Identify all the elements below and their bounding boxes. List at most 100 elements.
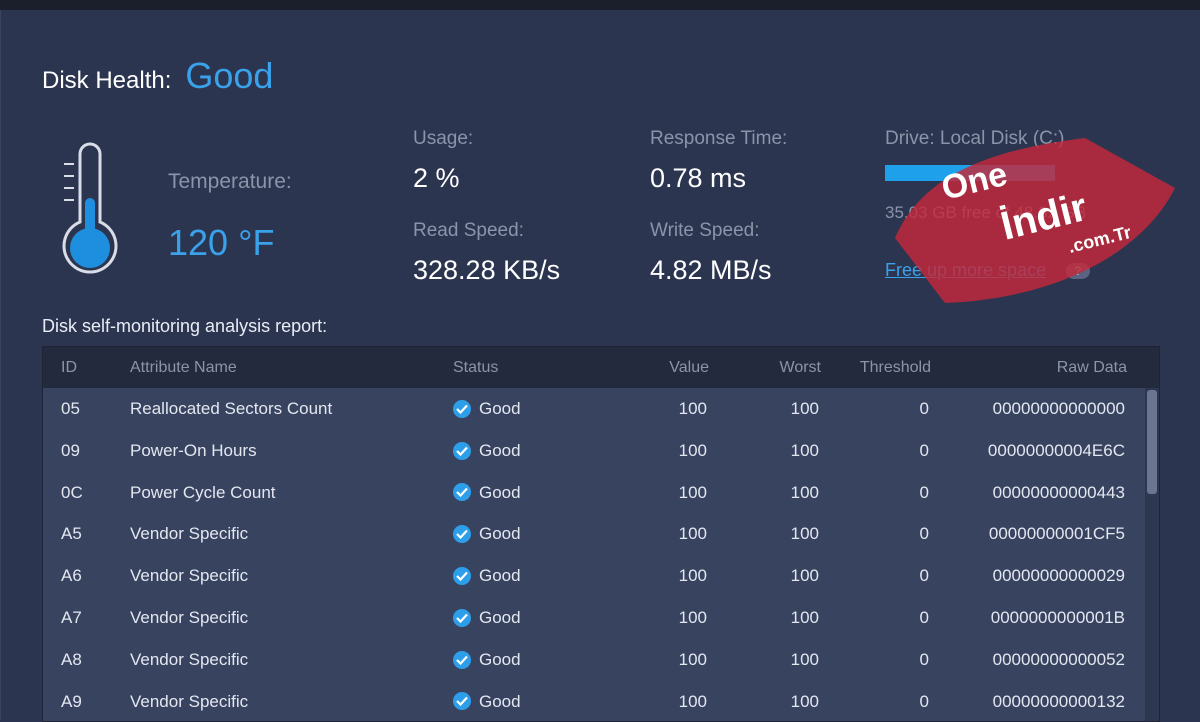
- cell-id: 09: [61, 440, 80, 460]
- cell-threshold: 0: [919, 440, 929, 460]
- response-time-label: Response Time:: [650, 128, 788, 149]
- check-icon: [453, 525, 471, 544]
- column-value[interactable]: Value: [669, 347, 709, 388]
- cell-attribute-name: Vendor Specific: [130, 691, 249, 711]
- disk-health: Disk Health: Good: [42, 55, 273, 97]
- table-row[interactable]: A5 Vendor Specific Good 100 100 0 000000…: [43, 513, 1143, 555]
- cell-attribute-name: Power-On Hours: [130, 440, 257, 460]
- cell-attribute-name: Vendor Specific: [130, 524, 249, 544]
- status-text: Good: [479, 691, 521, 711]
- read-speed-value: 328.28 KB/s: [413, 255, 561, 285]
- usage-label: Usage:: [413, 128, 474, 149]
- cell-id: A9: [61, 691, 82, 711]
- column-raw-data[interactable]: Raw Data: [1057, 347, 1127, 388]
- status-text: Good: [479, 524, 521, 544]
- status-text: Good: [479, 607, 521, 627]
- table-row[interactable]: 09 Power-On Hours Good 100 100 0 0000000…: [43, 430, 1143, 472]
- cell-value: 100: [678, 482, 707, 502]
- cell-threshold: 0: [919, 482, 929, 502]
- status-text: Good: [479, 482, 521, 502]
- column-id[interactable]: ID: [61, 347, 77, 388]
- cell-threshold: 0: [919, 566, 929, 586]
- read-speed-label: Read Speed:: [413, 220, 524, 241]
- cell-attribute-name: Vendor Specific: [130, 649, 249, 669]
- cell-id: A7: [61, 607, 82, 627]
- cell-value: 100: [678, 524, 707, 544]
- cell-raw-data: 00000000000000: [992, 399, 1125, 418]
- write-speed-value: 4.82 MB/s: [650, 255, 772, 285]
- table-row[interactable]: 0C Power Cycle Count Good 100 100 0 0000…: [43, 472, 1143, 514]
- status-text: Good: [479, 440, 521, 460]
- cell-attribute-name: Reallocated Sectors Count: [130, 399, 333, 418]
- column-status[interactable]: Status: [453, 347, 498, 388]
- column-threshold[interactable]: Threshold: [860, 347, 931, 388]
- disk-health-value: Good: [185, 55, 274, 96]
- thermometer-icon: [62, 142, 118, 274]
- table-row[interactable]: A9 Vendor Specific Good 100 100 0 000000…: [43, 681, 1143, 721]
- cell-value: 100: [678, 440, 707, 460]
- temperature-value: 120 °F: [168, 222, 275, 263]
- cell-worst: 100: [790, 691, 819, 711]
- column-worst[interactable]: Worst: [780, 347, 821, 388]
- cell-worst: 100: [790, 566, 819, 586]
- cell-worst: 100: [790, 607, 819, 627]
- cell-value: 100: [678, 649, 707, 669]
- cell-status: Good: [453, 681, 521, 721]
- cell-threshold: 0: [919, 649, 929, 669]
- title-bar: [0, 0, 1200, 10]
- free-up-space-link[interactable]: Free up more space: [885, 260, 1046, 281]
- report-title: Disk self-monitoring analysis report:: [42, 316, 328, 336]
- table-row[interactable]: A6 Vendor Specific Good 100 100 0 000000…: [43, 555, 1143, 597]
- table-header: ID Attribute Name Status Value Worst Thr…: [43, 347, 1159, 388]
- drive-usage-bar: [885, 165, 1055, 181]
- cell-status: Good: [453, 430, 521, 472]
- cell-id: A6: [61, 566, 82, 586]
- cell-attribute-name: Vendor Specific: [130, 607, 249, 627]
- cell-raw-data: 00000000000132: [992, 691, 1125, 711]
- table-row[interactable]: A7 Vendor Specific Good 100 100 0 000000…: [43, 597, 1143, 639]
- check-icon: [453, 483, 471, 502]
- cell-threshold: 0: [919, 399, 929, 418]
- cell-raw-data: 00000000000443: [992, 482, 1125, 502]
- cell-id: A8: [61, 649, 82, 669]
- drive-free-space: 35.03 GB free of 48.32 GB: [885, 203, 1087, 222]
- cell-status: Good: [453, 597, 521, 639]
- smart-table: ID Attribute Name Status Value Worst Thr…: [42, 346, 1160, 722]
- table-row[interactable]: A8 Vendor Specific Good 100 100 0 000000…: [43, 639, 1143, 681]
- cell-id: 05: [61, 399, 80, 418]
- cell-value: 100: [678, 607, 707, 627]
- cell-id: 0C: [61, 482, 83, 502]
- check-icon: [453, 692, 471, 711]
- drive-usage-fill: [885, 165, 1055, 181]
- cell-raw-data: 00000000001CF5: [988, 524, 1125, 544]
- table-scrollbar[interactable]: [1145, 388, 1159, 721]
- cell-status: Good: [453, 555, 521, 597]
- cell-status: Good: [453, 472, 521, 514]
- cell-raw-data: 0000000000001B: [990, 607, 1125, 627]
- status-text: Good: [479, 399, 521, 418]
- usage-value: 2 %: [413, 163, 460, 193]
- drive-label: Drive: Local Disk (C:): [885, 128, 1065, 149]
- cell-raw-data: 00000000000052: [992, 649, 1125, 669]
- response-time-value: 0.78 ms: [650, 163, 747, 193]
- cell-worst: 100: [790, 399, 819, 418]
- cell-value: 100: [678, 691, 707, 711]
- cell-worst: 100: [790, 524, 819, 544]
- cell-worst: 100: [790, 649, 819, 669]
- check-icon: [453, 441, 471, 460]
- column-attribute-name[interactable]: Attribute Name: [130, 347, 237, 388]
- help-icon[interactable]: ?: [1066, 263, 1090, 279]
- cell-threshold: 0: [919, 524, 929, 544]
- cell-status: Good: [453, 388, 521, 430]
- cell-worst: 100: [790, 482, 819, 502]
- check-icon: [453, 650, 471, 669]
- status-text: Good: [479, 566, 521, 586]
- cell-worst: 100: [790, 440, 819, 460]
- write-speed-label: Write Speed:: [650, 220, 760, 241]
- scrollbar-thumb[interactable]: [1147, 390, 1157, 494]
- temperature-label: Temperature:: [168, 170, 292, 193]
- check-icon: [453, 608, 471, 627]
- status-text: Good: [479, 649, 521, 669]
- table-row[interactable]: 05 Reallocated Sectors Count Good 100 10…: [43, 388, 1143, 430]
- disk-health-label: Disk Health:: [42, 67, 172, 94]
